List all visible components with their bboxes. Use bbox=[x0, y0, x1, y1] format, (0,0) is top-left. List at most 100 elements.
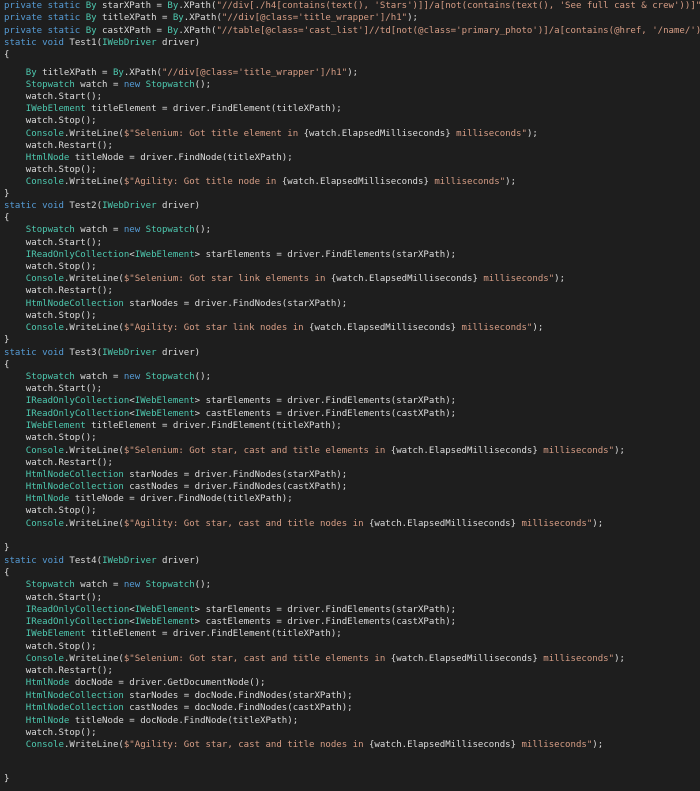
code-line: IWebElement titleElement = driver.FindEl… bbox=[4, 420, 342, 432]
code-token: watch.Stop(); bbox=[4, 116, 97, 126]
code-token: By bbox=[25, 68, 43, 78]
code-token: IReadOnlyCollection bbox=[25, 396, 130, 406]
code-token: ); bbox=[532, 323, 544, 333]
code-token: (); bbox=[194, 580, 212, 590]
code-line: { bbox=[4, 212, 9, 224]
code-line: } bbox=[4, 188, 9, 200]
code-token: Console bbox=[25, 740, 64, 750]
code-token: $"Agility: Got star link nodes in bbox=[123, 323, 310, 333]
code-token: watch.Start(); bbox=[4, 384, 103, 394]
code-token: private static bbox=[4, 1, 86, 11]
code-editor[interactable]: private static By starXPath = By.XPath("… bbox=[0, 0, 700, 791]
code-token: > starElements = driver.FindElements(sta… bbox=[194, 396, 457, 406]
code-token: Test3( bbox=[69, 348, 103, 358]
code-token: "//div[./h4[contains(text(), 'Stars')]]/… bbox=[216, 1, 700, 11]
code-token: IWebDriver bbox=[102, 201, 162, 211]
code-line: HtmlNodeCollection starNodes = driver.Fi… bbox=[4, 469, 347, 481]
code-token: ); bbox=[407, 13, 418, 24]
code-token: $"Selenium: Got star link elements in bbox=[123, 274, 331, 284]
code-token: watch.Restart(); bbox=[4, 458, 113, 468]
code-token: driver) bbox=[161, 348, 201, 358]
code-token: Console bbox=[25, 274, 64, 284]
code-token: Console bbox=[25, 323, 64, 333]
code-token: Console bbox=[25, 654, 64, 664]
code-line: Console.WriteLine($"Selenium: Got star, … bbox=[4, 445, 625, 457]
code-line: { bbox=[4, 567, 9, 579]
code-token: titleElement = driver.FindElement(titleX… bbox=[91, 104, 342, 114]
code-token: IWebDriver bbox=[102, 556, 162, 566]
code-line: watch.Restart(); bbox=[4, 285, 113, 297]
code-token: watch.Stop(); bbox=[4, 262, 97, 272]
code-token: Test4( bbox=[69, 556, 103, 566]
code-token: watch.Stop(); bbox=[4, 642, 97, 652]
code-token: By bbox=[172, 13, 184, 24]
code-line: HtmlNode titleNode = docNode.FindNode(ti… bbox=[4, 715, 298, 727]
code-line: Console.WriteLine($"Selenium: Got star l… bbox=[4, 273, 565, 285]
code-line: Console.WriteLine($"Agility: Got star, c… bbox=[4, 739, 603, 751]
code-line: Stopwatch watch = new Stopwatch(); bbox=[4, 224, 211, 236]
code-token: HtmlNode bbox=[25, 153, 75, 163]
code-token: (); bbox=[194, 372, 212, 382]
code-token: private static bbox=[4, 25, 86, 36]
code-line: HtmlNodeCollection castNodes = docNode.F… bbox=[4, 702, 353, 714]
code-token: starNodes = driver.FindNodes(starXPath); bbox=[129, 470, 348, 480]
code-token: By bbox=[85, 13, 103, 24]
code-token: .WriteLine( bbox=[63, 740, 124, 750]
code-token: HtmlNode bbox=[25, 716, 75, 726]
code-token: IWebDriver bbox=[102, 348, 162, 358]
code-line: IReadOnlyCollection<IWebElement> starEle… bbox=[4, 604, 456, 616]
code-token: ); bbox=[505, 177, 517, 187]
code-token: HtmlNode bbox=[25, 678, 75, 688]
code-token: watch.Stop(); bbox=[4, 433, 97, 443]
code-token: titleNode = driver.FindNode(titleXPath); bbox=[74, 494, 293, 504]
code-token: } bbox=[4, 335, 10, 345]
code-token: ); bbox=[614, 446, 625, 456]
code-line: static void Test3(IWebDriver driver) bbox=[4, 347, 200, 359]
code-token: Stopwatch bbox=[25, 225, 81, 235]
code-token: watch.Stop(); bbox=[4, 165, 97, 175]
code-token: castNodes = driver.FindNodes(castXPath); bbox=[129, 482, 348, 492]
code-line: { bbox=[4, 49, 9, 61]
code-token: milliseconds" bbox=[516, 519, 593, 529]
code-token: "//table[@class='cast_list']//td[not(@cl… bbox=[216, 25, 700, 36]
code-line: watch.Stop(); bbox=[4, 727, 97, 739]
code-token: IReadOnlyCollection bbox=[25, 605, 130, 615]
code-line: watch.Start(); bbox=[4, 91, 102, 103]
code-line: { bbox=[4, 359, 9, 371]
code-token: {watch.ElapsedMilliseconds} bbox=[309, 323, 457, 333]
code-line: watch.Restart(); bbox=[4, 140, 113, 152]
code-token: Stopwatch bbox=[145, 372, 195, 382]
code-token: > castElements = driver.FindElements(cas… bbox=[194, 409, 457, 419]
code-token: $"Selenium: Got title element in bbox=[123, 129, 304, 139]
code-line: watch.Stop(); bbox=[4, 164, 97, 176]
code-token: IWebElement bbox=[134, 250, 195, 260]
code-token: { bbox=[4, 50, 10, 60]
code-line: Console.WriteLine($"Agility: Got star, c… bbox=[4, 518, 603, 530]
code-token: Test1( bbox=[69, 38, 103, 48]
code-token: $"Agility: Got star, cast and title node… bbox=[123, 740, 369, 750]
code-line: Console.WriteLine($"Agility: Got star li… bbox=[4, 322, 543, 334]
code-line: private static By starXPath = By.XPath("… bbox=[4, 0, 700, 12]
code-token: .XPath( bbox=[178, 1, 217, 11]
code-token: new bbox=[123, 372, 146, 382]
code-line: } bbox=[4, 334, 9, 346]
code-token: starNodes = docNode.FindNodes(starXPath)… bbox=[129, 691, 353, 701]
code-token: By bbox=[112, 68, 124, 78]
code-token: milliseconds" bbox=[537, 654, 615, 664]
code-token: static void bbox=[4, 201, 70, 211]
code-token: milliseconds" bbox=[516, 740, 593, 750]
